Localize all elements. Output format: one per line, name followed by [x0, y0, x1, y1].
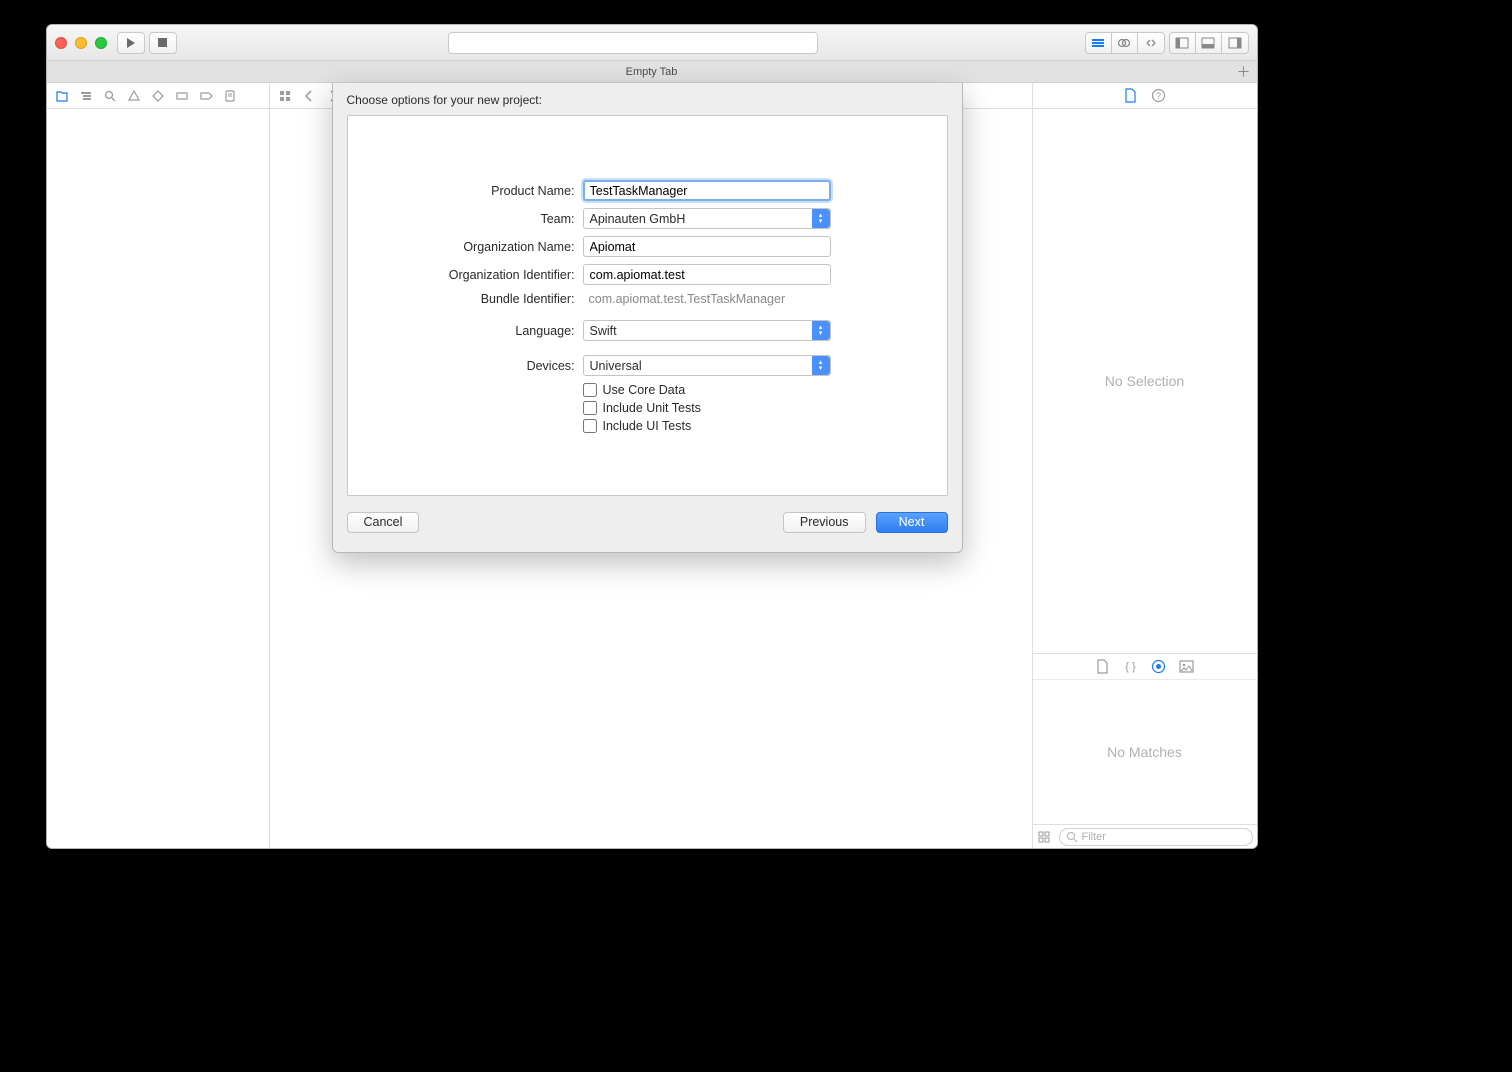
- tabbar: Empty Tab ＋: [47, 61, 1257, 83]
- left-panel-icon[interactable]: [1170, 33, 1196, 53]
- navigator-pane: [47, 83, 270, 848]
- devices-select-value: Universal: [590, 359, 642, 373]
- test-navigator-icon[interactable]: [149, 87, 167, 105]
- svg-text:?: ?: [1156, 91, 1161, 101]
- bundle-id-value: com.apiomat.test.TestTaskManager: [583, 292, 786, 306]
- row-product-name: Product Name:: [378, 180, 917, 201]
- quick-help-icon[interactable]: ?: [1150, 87, 1168, 105]
- library-filter-bar: Filter: [1033, 824, 1257, 848]
- library-selector: { }: [1033, 654, 1257, 680]
- row-org-name: Organization Name:: [378, 236, 917, 257]
- cancel-button[interactable]: Cancel: [347, 512, 420, 533]
- file-template-library-icon[interactable]: [1094, 658, 1112, 676]
- tab-title[interactable]: Empty Tab: [626, 66, 678, 78]
- no-matches-label: No Matches: [1107, 744, 1182, 760]
- label-bundle-id: Bundle Identifier:: [378, 292, 583, 306]
- label-product-name: Product Name:: [378, 184, 583, 198]
- previous-button[interactable]: Previous: [783, 512, 866, 533]
- product-name-input[interactable]: [583, 180, 831, 201]
- inspector-pane: ? No Selection { }: [1032, 83, 1257, 848]
- version-editor-icon[interactable]: [1138, 33, 1164, 53]
- no-selection-label: No Selection: [1105, 373, 1184, 389]
- ui-tests-label: Include UI Tests: [603, 419, 692, 433]
- navigator-selector: [47, 83, 269, 109]
- file-inspector-icon[interactable]: [1122, 87, 1140, 105]
- language-select[interactable]: Swift: [583, 320, 831, 341]
- filter-placeholder: Filter: [1082, 831, 1106, 843]
- label-org-id: Organization Identifier:: [378, 268, 583, 282]
- sheet-button-bar: Cancel Previous Next: [333, 506, 962, 552]
- media-library-icon[interactable]: [1178, 658, 1196, 676]
- inspector-selector: ?: [1033, 83, 1257, 109]
- breakpoint-navigator-icon[interactable]: [197, 87, 215, 105]
- xcode-window: Empty Tab ＋: [46, 24, 1258, 849]
- chevron-updown-icon: [812, 209, 830, 228]
- run-button[interactable]: [117, 32, 145, 54]
- project-navigator-icon[interactable]: [53, 87, 71, 105]
- row-devices: Devices: Universal: [378, 355, 917, 376]
- label-org-name: Organization Name:: [378, 240, 583, 254]
- window-controls: [55, 37, 107, 49]
- label-language: Language:: [378, 324, 583, 338]
- titlebar: [47, 25, 1257, 61]
- label-team: Team:: [378, 212, 583, 226]
- row-ui-tests: Include UI Tests: [583, 419, 917, 433]
- org-name-input[interactable]: [583, 236, 831, 257]
- toolbar-right: [1085, 32, 1249, 54]
- core-data-checkbox[interactable]: [583, 383, 597, 397]
- next-button[interactable]: Next: [876, 512, 948, 533]
- stop-button[interactable]: [149, 32, 177, 54]
- maximize-window-button[interactable]: [95, 37, 107, 49]
- unit-tests-checkbox[interactable]: [583, 401, 597, 415]
- row-unit-tests: Include Unit Tests: [583, 401, 917, 415]
- sheet-body: Product Name: Team: Apinauten GmbH Organ…: [347, 115, 948, 496]
- inspector-empty: No Selection: [1033, 109, 1257, 653]
- related-items-icon[interactable]: [276, 87, 294, 105]
- object-library-icon[interactable]: [1150, 658, 1168, 676]
- activity-view: [448, 32, 818, 54]
- report-navigator-icon[interactable]: [221, 87, 239, 105]
- code-snippet-library-icon[interactable]: { }: [1122, 658, 1140, 676]
- row-bundle-id: Bundle Identifier: com.apiomat.test.Test…: [378, 292, 917, 306]
- toolbar-center: [181, 32, 1085, 54]
- language-select-value: Swift: [590, 324, 617, 338]
- unit-tests-label: Include Unit Tests: [603, 401, 701, 415]
- editor-mode-segmented[interactable]: [1085, 32, 1165, 54]
- minimize-window-button[interactable]: [75, 37, 87, 49]
- chevron-updown-icon: [812, 356, 830, 375]
- library-view-mode-icon[interactable]: [1037, 830, 1055, 844]
- debug-navigator-icon[interactable]: [173, 87, 191, 105]
- standard-editor-icon[interactable]: [1086, 33, 1112, 53]
- bottom-panel-icon[interactable]: [1196, 33, 1222, 53]
- go-back-icon[interactable]: [300, 87, 318, 105]
- assistant-editor-icon[interactable]: [1112, 33, 1138, 53]
- team-select[interactable]: Apinauten GmbH: [583, 208, 831, 229]
- sheet-heading: Choose options for your new project:: [333, 83, 962, 113]
- library-filter-input[interactable]: Filter: [1059, 828, 1253, 846]
- svg-text:{ }: { }: [1125, 661, 1136, 673]
- issue-navigator-icon[interactable]: [125, 87, 143, 105]
- chevron-updown-icon: [812, 321, 830, 340]
- label-devices: Devices:: [378, 359, 583, 373]
- ui-tests-checkbox[interactable]: [583, 419, 597, 433]
- org-id-input[interactable]: [583, 264, 831, 285]
- row-team: Team: Apinauten GmbH: [378, 208, 917, 229]
- core-data-label: Use Core Data: [603, 383, 686, 397]
- devices-select[interactable]: Universal: [583, 355, 831, 376]
- library-empty: No Matches: [1033, 680, 1257, 824]
- row-core-data: Use Core Data: [583, 383, 917, 397]
- library-pane: { } No Matches: [1033, 653, 1257, 848]
- symbol-navigator-icon[interactable]: [77, 87, 95, 105]
- row-org-id: Organization Identifier:: [378, 264, 917, 285]
- filter-icon: [1066, 831, 1078, 843]
- team-select-value: Apinauten GmbH: [590, 212, 686, 226]
- row-language: Language: Swift: [378, 320, 917, 341]
- close-window-button[interactable]: [55, 37, 67, 49]
- new-tab-button[interactable]: ＋: [1237, 62, 1251, 82]
- panels-segmented[interactable]: [1169, 32, 1249, 54]
- right-panel-icon[interactable]: [1222, 33, 1248, 53]
- new-project-options-sheet: Choose options for your new project: Pro…: [332, 83, 963, 553]
- find-navigator-icon[interactable]: [101, 87, 119, 105]
